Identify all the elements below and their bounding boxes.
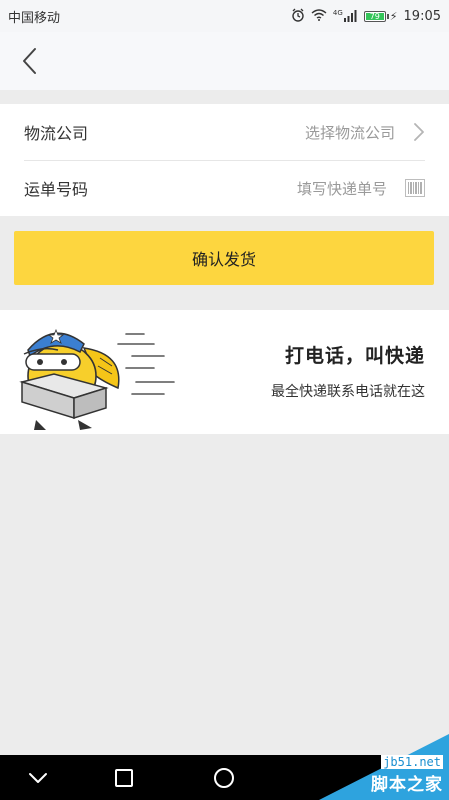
back-chevron-down-icon[interactable] [25, 765, 51, 791]
battery-level: 79 [365, 12, 384, 20]
company-label: 物流公司 [24, 124, 89, 143]
shipping-form: 物流公司 选择物流公司 运单号码 填写快递单号 [0, 104, 449, 216]
alarm-icon [291, 8, 305, 24]
network-type: 4G [332, 9, 343, 17]
barcode-icon[interactable] [405, 179, 425, 197]
confirm-ship-button[interactable]: 确认发货 [14, 231, 434, 285]
banner-title: 打电话，叫快递 [284, 345, 425, 367]
call-courier-banner[interactable]: 打电话，叫快递 最全快递联系电话就在这 [0, 310, 449, 434]
banner-subtitle: 最全快递联系电话就在这 [271, 384, 425, 400]
wifi-icon [311, 9, 327, 23]
site-watermark: jb51.net 脚本之家 [309, 730, 449, 800]
tracking-input[interactable]: 填写快递单号 [297, 178, 387, 199]
chevron-left-icon [23, 48, 36, 74]
tracking-label: 运单号码 [24, 180, 89, 199]
watermark-site: jb51.net [381, 755, 443, 769]
company-select[interactable]: 选择物流公司 [305, 122, 395, 143]
company-row[interactable]: 物流公司 选择物流公司 [24, 104, 425, 161]
status-bar: 中国移动 4G 79 ⚡ 19:05 [0, 0, 449, 32]
chevron-right-icon [414, 123, 424, 141]
top-header [0, 32, 449, 90]
recent-square-icon[interactable] [111, 765, 137, 791]
clock: 19:05 [403, 8, 441, 24]
status-icons: 4G 79 ⚡ 19:05 [291, 8, 441, 24]
signal-icon: 4G [333, 10, 358, 22]
back-button[interactable] [18, 46, 46, 76]
carrier-label: 中国移动 [8, 10, 61, 26]
courier-mascot-illustration [19, 328, 175, 430]
battery-icon: 79 ⚡ [363, 10, 398, 23]
home-circle-icon[interactable] [211, 765, 237, 791]
tracking-row[interactable]: 运单号码 填写快递单号 [24, 160, 425, 216]
watermark-name: 脚本之家 [371, 775, 443, 795]
